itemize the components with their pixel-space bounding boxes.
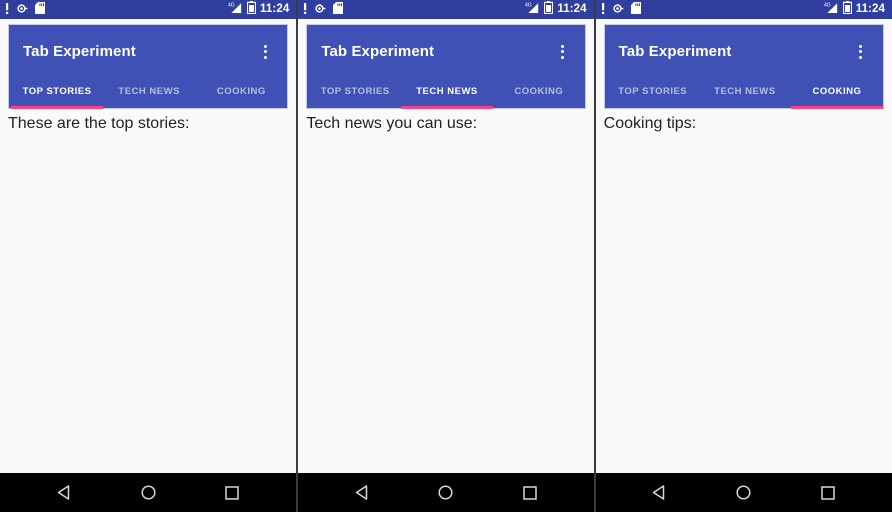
tab-active-indicator — [790, 106, 883, 109]
status-bar-right-icons: 4G 11:24 — [525, 0, 588, 19]
phone-screen-tech-news: 4G 11:24 Tab Experiment TOP STORIES TECH NEW… — [297, 0, 595, 512]
svg-text:4G: 4G — [228, 2, 235, 8]
status-bar: 4G 11:24 — [298, 0, 594, 19]
alert-exclamation-icon — [303, 1, 307, 19]
tab-tech-news[interactable]: TECH NEWS — [699, 78, 791, 108]
tab-bar: TOP STORIES TECH NEWS COOKING — [9, 78, 287, 109]
sd-card-icon — [630, 1, 641, 19]
svg-text:4G: 4G — [525, 2, 532, 8]
screenshot-strip: 4G 11:24 Tab Experiment TOP STORIES TECH NEW… — [0, 0, 892, 512]
content-area: Tech news you can use: — [298, 109, 594, 473]
tab-bar: TOP STORIES TECH NEWS COOKING — [307, 78, 585, 109]
status-bar-right-icons: 4G 11:24 — [228, 0, 291, 19]
bug-icon — [612, 1, 624, 19]
overflow-menu-icon[interactable] — [555, 41, 571, 63]
signal-bars-icon: 4G — [824, 1, 839, 19]
phone-screen-cooking: 4G 11:24 Tab Experiment TOP STORIES TECH NEW… — [594, 0, 892, 512]
tab-tech-news[interactable]: TECH NEWS — [401, 78, 493, 109]
nav-recents-icon[interactable] — [212, 473, 252, 512]
content-area: These are the top stories: — [0, 109, 297, 473]
system-navigation-bar — [298, 473, 594, 512]
status-bar: 4G 11:24 — [595, 0, 892, 19]
status-bar-clock: 11:24 — [260, 2, 290, 15]
alert-exclamation-icon — [601, 1, 605, 19]
tab-tech-news[interactable]: TECH NEWS — [103, 78, 195, 108]
battery-icon — [246, 0, 257, 19]
status-bar-right-icons: 4G 11:24 — [824, 0, 887, 19]
alert-exclamation-icon — [5, 1, 9, 19]
app-bar: Tab Experiment TOP STORIES TECH NEWS COOKIN… — [8, 24, 289, 109]
tab-label: COOKING — [812, 85, 862, 97]
app-title: Tab Experiment — [23, 43, 136, 60]
tab-cooking[interactable]: COOKING — [790, 78, 883, 109]
tab-top-stories[interactable]: TOP STORIES — [11, 78, 104, 109]
content-body-text: These are the top stories: — [8, 115, 190, 132]
nav-home-icon[interactable] — [128, 473, 168, 512]
battery-icon — [842, 0, 852, 19]
tab-label: TOP STORIES — [618, 85, 688, 97]
tab-label: COOKING — [514, 85, 564, 97]
app-title: Tab Experiment — [618, 43, 732, 60]
svg-text:4G: 4G — [824, 2, 831, 8]
status-bar-clock: 11:24 — [557, 2, 587, 15]
tab-label: TOP STORIES — [320, 85, 390, 97]
signal-bars-icon: 4G — [228, 1, 243, 19]
nav-back-icon[interactable] — [44, 473, 84, 512]
tab-cooking[interactable]: COOKING — [493, 78, 585, 108]
app-bar-container: Tab Experiment TOP STORIES TECH NEWS COOKIN… — [0, 19, 297, 109]
nav-recents-icon[interactable] — [510, 473, 550, 512]
tab-top-stories[interactable]: TOP STORIES — [309, 78, 401, 108]
tab-label: TECH NEWS — [118, 85, 180, 97]
nav-back-icon[interactable] — [342, 473, 382, 512]
app-bar-top-row: Tab Experiment — [605, 25, 883, 78]
status-bar-left-icons — [5, 1, 45, 19]
bug-icon — [314, 1, 326, 19]
nav-recents-icon[interactable] — [808, 473, 848, 512]
tab-label: TECH NEWS — [416, 85, 478, 97]
app-bar: Tab Experiment TOP STORIES TECH NEWS COOKIN… — [603, 24, 884, 109]
tab-active-indicator — [11, 106, 104, 109]
status-bar-left-icons — [303, 1, 344, 19]
app-bar-container: Tab Experiment TOP STORIES TECH NEWS COOKIN… — [595, 19, 892, 109]
tab-label: COOKING — [216, 85, 266, 97]
tab-bar: TOP STORIES TECH NEWS COOKING — [605, 78, 883, 109]
tab-label: TECH NEWS — [714, 85, 776, 97]
content-body-text: Tech news you can use: — [306, 115, 478, 132]
bug-icon — [16, 1, 28, 19]
status-bar: 4G 11:24 — [0, 0, 297, 19]
app-bar-top-row: Tab Experiment — [307, 25, 584, 78]
system-navigation-bar — [595, 473, 892, 512]
tab-active-indicator — [401, 106, 493, 109]
tab-label: TOP STORIES — [22, 85, 92, 97]
app-title: Tab Experiment — [321, 43, 435, 60]
nav-home-icon[interactable] — [724, 473, 764, 512]
nav-home-icon[interactable] — [426, 473, 466, 512]
sd-card-icon — [35, 1, 45, 19]
tab-cooking[interactable]: COOKING — [195, 78, 287, 108]
overflow-menu-icon[interactable] — [853, 41, 869, 63]
content-body-text: Cooking tips: — [603, 115, 697, 132]
app-bar-top-row: Tab Experiment — [9, 25, 287, 78]
battery-icon — [544, 0, 554, 19]
status-bar-left-icons — [601, 1, 641, 19]
tab-top-stories[interactable]: TOP STORIES — [607, 78, 699, 108]
phone-screen-top-stories: 4G 11:24 Tab Experiment TOP STORIES TECH NEW… — [0, 0, 298, 512]
app-bar: Tab Experiment TOP STORIES TECH NEWS COOKIN… — [306, 24, 586, 109]
content-area: Cooking tips: — [595, 109, 892, 473]
signal-bars-icon: 4G — [525, 1, 540, 19]
status-bar-clock: 11:24 — [855, 2, 885, 15]
system-navigation-bar — [0, 473, 297, 512]
nav-back-icon[interactable] — [640, 473, 680, 512]
overflow-menu-icon[interactable] — [257, 41, 273, 63]
sd-card-icon — [333, 1, 344, 19]
app-bar-container: Tab Experiment TOP STORIES TECH NEWS COOKIN… — [298, 19, 594, 109]
